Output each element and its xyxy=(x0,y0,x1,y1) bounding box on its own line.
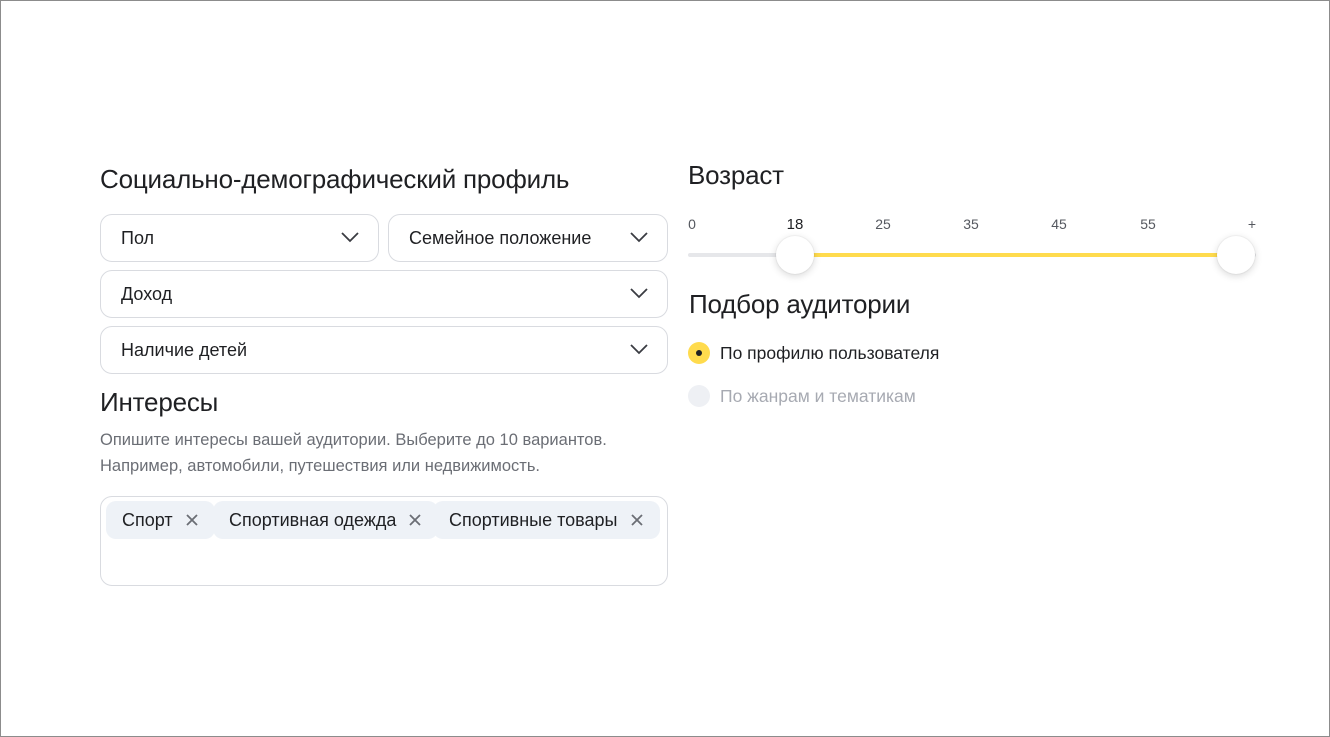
close-icon[interactable] xyxy=(408,513,422,527)
close-icon[interactable] xyxy=(630,513,644,527)
interests-title: Интересы xyxy=(100,387,219,417)
age-min-handle[interactable] xyxy=(776,236,814,274)
interest-tag[interactable]: Спортивные товары xyxy=(433,501,660,539)
age-tick: 45 xyxy=(1051,216,1067,232)
chevron-down-icon xyxy=(630,288,648,299)
interest-tag[interactable]: Спорт xyxy=(106,501,215,539)
marital-status-select-label: Семейное положение xyxy=(409,227,592,248)
close-icon[interactable] xyxy=(185,513,199,527)
interest-tag[interactable]: Спортивная одежда xyxy=(213,501,439,539)
marital-status-select[interactable]: Семейное положение xyxy=(388,214,668,262)
audience-title: Подбор аудитории xyxy=(689,289,911,319)
audience-option-label: По профилю пользователя xyxy=(720,342,940,363)
gender-select-label: Пол xyxy=(121,227,155,248)
interests-hint-line-1: Опишите интересы вашей аудитории. Выбери… xyxy=(100,431,607,449)
chevron-down-icon xyxy=(630,232,648,243)
age-max-handle[interactable] xyxy=(1217,236,1255,274)
income-select[interactable]: Доход xyxy=(100,270,668,318)
income-select-label: Доход xyxy=(121,283,173,304)
profile-title: Социально-демографический профиль xyxy=(100,164,570,194)
interest-tag-label: Спортивная одежда xyxy=(229,509,397,530)
chevron-down-icon xyxy=(630,344,648,355)
gender-select[interactable]: Пол xyxy=(100,214,379,262)
interests-hint-line-2: Например, автомобили, путешествия или не… xyxy=(100,457,541,475)
audience-option-genres[interactable]: По жанрам и тематикам xyxy=(688,385,916,407)
interest-tag-label: Спортивные товары xyxy=(449,509,618,530)
audience-option-profile[interactable]: По профилю пользователя xyxy=(688,342,939,364)
children-select-label: Наличие детей xyxy=(121,339,248,360)
age-tick: + xyxy=(1247,216,1257,232)
age-tick: 25 xyxy=(875,216,891,232)
radio-selected-icon[interactable] xyxy=(688,342,710,364)
age-tick: 0 xyxy=(688,216,696,232)
audience-option-label: По жанрам и тематикам xyxy=(720,385,916,406)
age-tick: 35 xyxy=(963,216,979,232)
age-title: Возраст xyxy=(688,160,784,190)
age-tick: 18 xyxy=(786,216,804,233)
age-tick: 55 xyxy=(1140,216,1156,232)
interest-tag-label: Спорт xyxy=(122,509,173,530)
chevron-down-icon xyxy=(341,232,359,243)
radio-unselected-icon[interactable] xyxy=(688,385,710,407)
age-slider-range xyxy=(795,253,1237,257)
interests-input[interactable]: Спорт Спортивная одежда Спортивные товар… xyxy=(100,496,668,586)
children-select[interactable]: Наличие детей xyxy=(100,326,668,374)
